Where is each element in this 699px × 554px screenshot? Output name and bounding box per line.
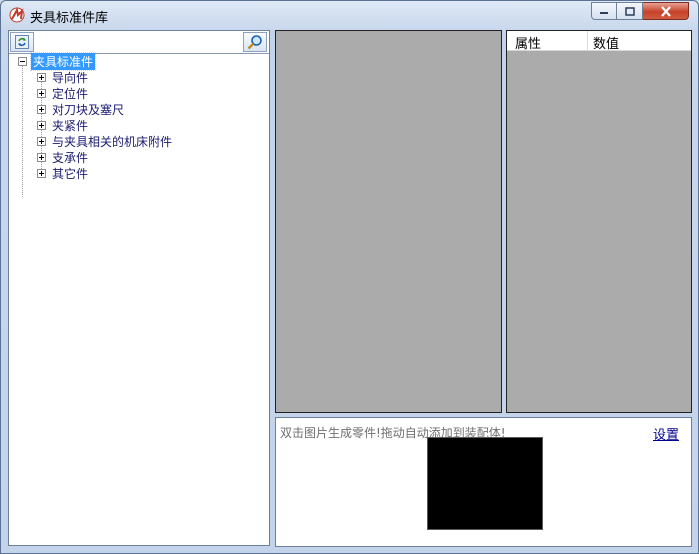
restore-button[interactable]	[617, 2, 643, 20]
tree-node-setting-block[interactable]: 对刀块及塞尺	[37, 101, 124, 117]
refresh-icon	[15, 35, 29, 49]
app-window: 夹具标准件库 夹具标准件 导向件 定位件 对刀块及塞尺 夹紧件 与夹具相关的机床…	[0, 0, 699, 554]
expand-icon[interactable]	[37, 120, 46, 130]
close-icon	[660, 5, 671, 17]
refresh-button[interactable]	[10, 32, 34, 52]
tree-node-label[interactable]: 导向件	[52, 69, 88, 86]
expand-icon[interactable]	[37, 152, 46, 162]
expand-icon[interactable]	[37, 136, 46, 146]
expand-icon[interactable]	[37, 88, 46, 98]
collapse-icon[interactable]	[18, 56, 27, 66]
tree-node-label[interactable]: 夹紧件	[52, 117, 88, 134]
tree-panel: 夹具标准件 导向件 定位件 对刀块及塞尺 夹紧件 与夹具相关的机床附件 支承件 …	[8, 30, 270, 546]
minimize-button[interactable]	[591, 2, 617, 20]
properties-header: 属性 数值	[507, 31, 691, 52]
title-bar[interactable]: 夹具标准件库	[1, 1, 698, 30]
search-button[interactable]	[243, 32, 267, 52]
column-divider[interactable]	[587, 31, 588, 50]
tree-node-guide[interactable]: 导向件	[37, 69, 88, 85]
tree-node-label[interactable]: 对刀块及塞尺	[52, 101, 124, 118]
tree-root-label[interactable]: 夹具标准件	[29, 51, 97, 71]
part-thumbnail[interactable]	[427, 437, 543, 530]
search-icon	[247, 35, 262, 50]
tree-node-label[interactable]: 其它件	[52, 165, 88, 182]
tree-node-other[interactable]: 其它件	[37, 165, 88, 181]
settings-link[interactable]: 设置	[653, 424, 679, 443]
preview-panel[interactable]	[275, 30, 502, 413]
tree-node-label[interactable]: 定位件	[52, 85, 88, 102]
tree-node-locator[interactable]: 定位件	[37, 85, 88, 101]
restore-icon	[624, 6, 635, 16]
tree-toolbar	[9, 31, 269, 54]
column-header-attribute[interactable]: 属性	[515, 33, 541, 52]
thumbnail-panel: 双击图片生成零件!拖动自动添加到装配体! 设置	[275, 417, 692, 547]
app-logo-icon	[9, 7, 25, 23]
tree-node-label[interactable]: 支承件	[52, 149, 88, 166]
expand-icon[interactable]	[37, 72, 46, 82]
properties-panel: 属性 数值	[506, 30, 692, 413]
tree-node-machine-accessory[interactable]: 与夹具相关的机床附件	[37, 133, 172, 149]
close-button[interactable]	[643, 2, 689, 20]
expand-icon[interactable]	[37, 168, 46, 178]
client-area: 夹具标准件 导向件 定位件 对刀块及塞尺 夹紧件 与夹具相关的机床附件 支承件 …	[8, 30, 692, 547]
column-header-value[interactable]: 数值	[593, 33, 619, 52]
minimize-icon	[600, 12, 608, 14]
tree-node-support[interactable]: 支承件	[37, 149, 88, 165]
window-title: 夹具标准件库	[30, 11, 109, 26]
tree-node-label[interactable]: 与夹具相关的机床附件	[52, 133, 172, 150]
search-input[interactable]	[35, 32, 241, 52]
tree-connector	[22, 60, 23, 197]
expand-icon[interactable]	[37, 104, 46, 114]
tree-root-node[interactable]: 夹具标准件	[18, 51, 97, 71]
tree-node-clamp[interactable]: 夹紧件	[37, 117, 88, 133]
